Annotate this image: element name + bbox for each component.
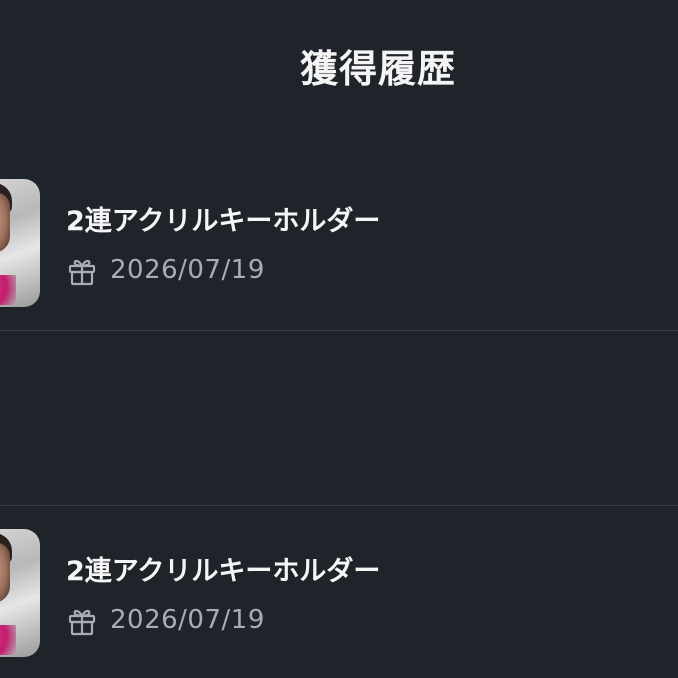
thumbnail-accent [0, 625, 16, 655]
history-list-item[interactable]: 2連アクリルキーホルダー 2026/07/19 [0, 155, 678, 330]
item-thumbnail [0, 529, 40, 657]
thumbnail-accent [0, 275, 16, 305]
gift-icon [68, 259, 96, 286]
gift-icon [68, 609, 96, 636]
empty-list-row [0, 331, 678, 505]
header: 獲得履歴 [0, 0, 678, 130]
acquisition-history-screen: 獲得履歴 2連アクリルキーホルダー 2026/07/19 2連アクリルキーホルダ… [0, 0, 678, 678]
thumbnail-face [0, 193, 10, 253]
item-thumbnail [0, 179, 40, 307]
acquired-date: 2026/07/19 [110, 605, 265, 635]
history-list-item[interactable]: 2連アクリルキーホルダー 2026/07/19 [0, 505, 678, 678]
acquired-date: 2026/07/19 [110, 255, 265, 285]
page-title: 獲得履歴 [299, 47, 456, 91]
item-name: 2連アクリルキーホルダー [66, 206, 381, 237]
item-name: 2連アクリルキーホルダー [66, 556, 381, 587]
thumbnail-face [0, 543, 10, 603]
